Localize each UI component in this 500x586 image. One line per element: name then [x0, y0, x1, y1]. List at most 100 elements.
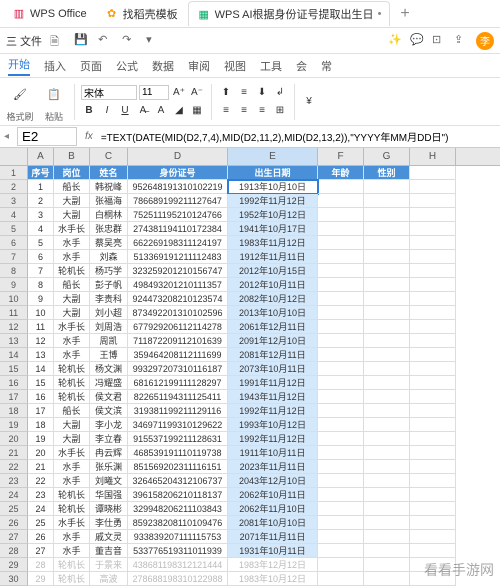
cell[interactable]: 13 — [28, 348, 54, 362]
cell[interactable]: 274381194110172384 — [128, 222, 228, 236]
cell[interactable]: 彭子帆 — [90, 278, 128, 292]
cell[interactable]: 1983年12月12日 — [228, 558, 318, 572]
cell[interactable]: 2 — [28, 194, 54, 208]
row-header[interactable]: 23 — [0, 474, 28, 488]
cell[interactable] — [410, 404, 456, 418]
cell[interactable] — [410, 502, 456, 516]
cell[interactable] — [318, 208, 364, 222]
cell[interactable]: 冉云辉 — [90, 446, 128, 460]
cell[interactable]: 2061年12月11日 — [228, 320, 318, 334]
cell[interactable] — [318, 236, 364, 250]
cell[interactable]: 侯文君 — [90, 390, 128, 404]
cell[interactable] — [410, 348, 456, 362]
cell[interactable] — [364, 334, 410, 348]
cell[interactable]: 2081年10月10日 — [228, 516, 318, 530]
cell[interactable]: 786689199211127647 — [128, 194, 228, 208]
app-tab-template[interactable]: ✿ 找稻壳模板 — [97, 2, 186, 26]
cell[interactable]: 水手长 — [54, 320, 90, 334]
cell[interactable]: 船长 — [54, 278, 90, 292]
align-middle-icon[interactable]: ≡ — [236, 85, 252, 101]
cell[interactable] — [364, 306, 410, 320]
cell[interactable]: 白桐林 — [90, 208, 128, 222]
currency-button[interactable]: ¥ — [301, 94, 317, 110]
name-box-chevron[interactable]: ◂ — [0, 131, 13, 142]
cell[interactable]: 水手长 — [54, 446, 90, 460]
cell[interactable]: 大副 — [54, 208, 90, 222]
file-menu[interactable]: 三 文件 — [6, 33, 42, 49]
cell[interactable] — [364, 278, 410, 292]
cell[interactable]: 1983年10月12日 — [228, 572, 318, 586]
cell[interactable] — [318, 544, 364, 558]
row-header[interactable]: 2 — [0, 180, 28, 194]
header-cell[interactable]: 姓名 — [90, 166, 128, 180]
cell[interactable]: 3 — [28, 208, 54, 222]
cell[interactable]: 29 — [28, 572, 54, 586]
cell[interactable]: 9 — [28, 292, 54, 306]
cell[interactable] — [410, 334, 456, 348]
cell[interactable]: 26 — [28, 530, 54, 544]
cell[interactable]: 水手 — [54, 236, 90, 250]
cell[interactable]: 1931年10月11日 — [228, 544, 318, 558]
format-painter-button[interactable]: 🖌 — [6, 81, 34, 109]
cell[interactable] — [318, 474, 364, 488]
cell[interactable] — [318, 516, 364, 530]
cell[interactable]: 25 — [28, 516, 54, 530]
cell[interactable] — [318, 390, 364, 404]
cell[interactable]: 李贵科 — [90, 292, 128, 306]
cell[interactable]: 1943年11月12日 — [228, 390, 318, 404]
cell[interactable]: 水手 — [54, 250, 90, 264]
cell[interactable]: 侯文滨 — [90, 404, 128, 418]
cell[interactable]: 李小龙 — [90, 418, 128, 432]
cell[interactable]: 7 — [28, 264, 54, 278]
cell[interactable] — [318, 194, 364, 208]
cell[interactable]: 323259201210156747 — [128, 264, 228, 278]
cell[interactable]: 周凯 — [90, 334, 128, 348]
cell[interactable]: 1941年10月17日 — [228, 222, 318, 236]
cell[interactable]: 水手长 — [54, 516, 90, 530]
cell[interactable] — [410, 558, 456, 572]
cell[interactable]: 993297207310116187 — [128, 362, 228, 376]
cell[interactable]: 水手 — [54, 474, 90, 488]
cell[interactable] — [318, 530, 364, 544]
cell[interactable]: 711872209112101639 — [128, 334, 228, 348]
save-icon[interactable]: 💾 — [74, 33, 90, 49]
cell[interactable] — [410, 362, 456, 376]
name-box[interactable] — [17, 127, 77, 146]
col-header-e[interactable]: E — [228, 148, 318, 165]
cell[interactable] — [318, 292, 364, 306]
cell[interactable] — [364, 180, 410, 194]
cell[interactable]: 冯耀盛 — [90, 376, 128, 390]
row-header[interactable]: 8 — [0, 264, 28, 278]
cell[interactable] — [318, 180, 364, 194]
cloud-icon[interactable]: ⊡ — [432, 33, 448, 49]
cell[interactable]: 谭晓彬 — [90, 502, 128, 516]
cell[interactable] — [410, 236, 456, 250]
align-center-icon[interactable]: ≡ — [236, 103, 252, 119]
header-cell[interactable]: 年龄 — [318, 166, 364, 180]
cell[interactable]: 1992年11月12日 — [228, 194, 318, 208]
cell[interactable]: 19 — [28, 432, 54, 446]
cell[interactable]: 轮机长 — [54, 502, 90, 516]
cell[interactable]: 662269198311124197 — [128, 236, 228, 250]
cell[interactable]: 华国强 — [90, 488, 128, 502]
cell[interactable] — [364, 488, 410, 502]
cell[interactable]: 水手长 — [54, 222, 90, 236]
italic-button[interactable]: I — [99, 103, 115, 119]
row-header[interactable]: 17 — [0, 390, 28, 404]
cell[interactable] — [410, 460, 456, 474]
ribbon-tab-data[interactable]: 数据 — [152, 58, 174, 74]
cell[interactable]: 5 — [28, 236, 54, 250]
cell[interactable]: 1992年11月12日 — [228, 432, 318, 446]
cell[interactable] — [410, 208, 456, 222]
cell[interactable]: 2043年12月10日 — [228, 474, 318, 488]
avatar[interactable]: 李 — [476, 32, 494, 50]
ribbon-tab-insert[interactable]: 插入 — [44, 58, 66, 74]
cell[interactable] — [364, 362, 410, 376]
header-cell[interactable]: 岗位 — [54, 166, 90, 180]
cell[interactable]: 513369191211112483 — [128, 250, 228, 264]
header-cell[interactable]: 序号 — [28, 166, 54, 180]
ribbon-tab-page[interactable]: 页面 — [80, 58, 102, 74]
decrease-font-icon[interactable]: A⁻ — [189, 85, 205, 101]
cell[interactable]: 677929206112114278 — [128, 320, 228, 334]
row-header[interactable]: 24 — [0, 488, 28, 502]
